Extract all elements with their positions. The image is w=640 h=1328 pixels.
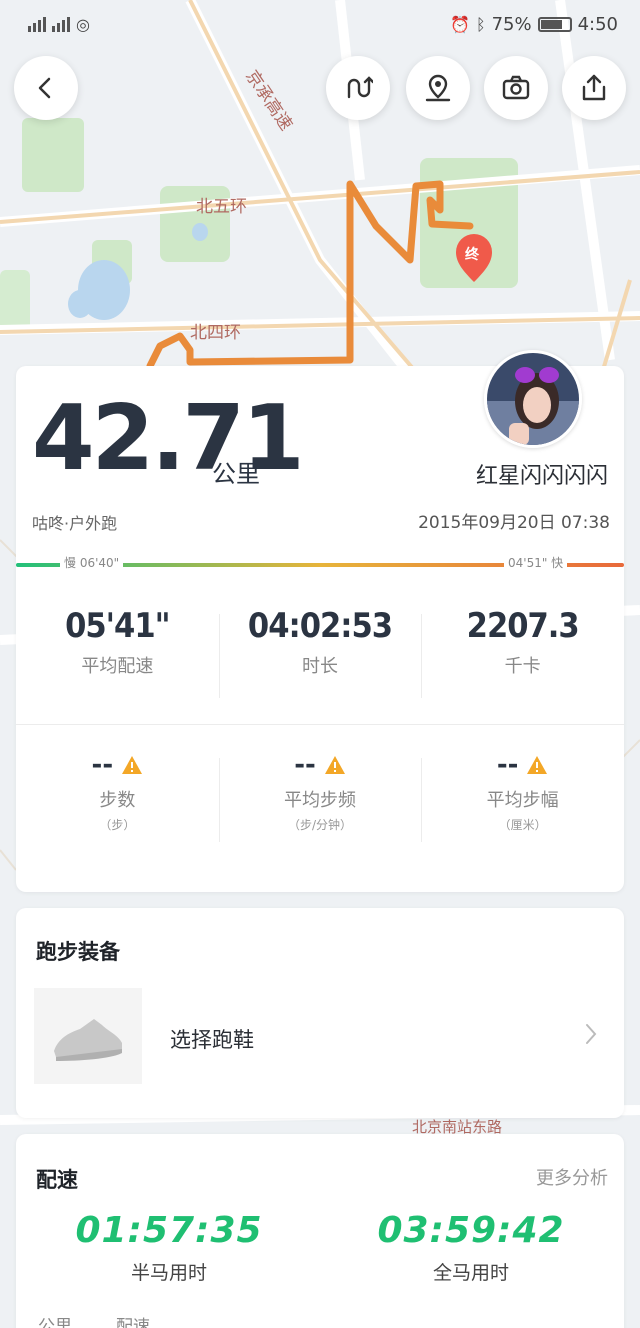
stat-cadence[interactable]: -- 平均步频 （步/分钟） — [218, 750, 422, 842]
more-analysis-link[interactable]: 更多分析 — [536, 1164, 608, 1190]
battery-icon — [537, 16, 572, 32]
warning-icon — [527, 756, 548, 774]
run-summary-card: 42.71 公里 红星闪闪闪闪 咕咚·户外跑 2015年09月20日 07:38… — [16, 350, 624, 892]
clock-time: 4:50 — [577, 13, 618, 35]
select-shoe-label[interactable]: 选择跑鞋 — [170, 1024, 254, 1054]
back-arrow-icon — [38, 77, 51, 99]
stat-duration: 04:02:53 时长 — [218, 606, 422, 698]
full-marathon-time: 03:59:42 — [377, 1210, 565, 1251]
secondary-stats-row: -- 步数 （步） -- 平均步频 （步/分钟） -- 平均步幅 （厘米） — [16, 750, 624, 842]
stat-calories: 2207.3 千卡 — [421, 606, 624, 698]
share-button[interactable] — [562, 56, 626, 120]
signal-icon — [28, 16, 46, 32]
route-icon — [347, 76, 373, 99]
run-type: 咕咚·户外跑 — [32, 514, 118, 533]
pace-slow-label: 慢 06'40" — [60, 554, 124, 571]
map-label-ring5: 北五环 — [196, 197, 247, 217]
lake — [192, 223, 208, 241]
stat-value: 05'41" — [65, 606, 170, 646]
username: 红星闪闪闪闪 — [475, 464, 608, 489]
full-marathon-label: 全马用时 — [432, 1262, 509, 1284]
bluetooth-icon: ᛒ — [475, 14, 486, 34]
map-label-ring4: 北四环 — [190, 323, 241, 343]
stat-unit: （步） — [99, 818, 136, 832]
stat-value: 2207.3 — [466, 606, 580, 646]
stat-unit: （步/分钟） — [287, 818, 353, 832]
pace-card: 配速 更多分析 01:57:35 半马用时 03:59:42 全马用时 公里 配… — [16, 1134, 624, 1328]
distance-value: 42.71 — [32, 386, 305, 491]
gear-title: 跑步装备 — [36, 940, 120, 964]
stat-value: 04:02:53 — [247, 606, 393, 646]
pace-fast-label: 04'51" 快 — [504, 554, 568, 571]
stat-average-pace: 05'41" 平均配速 — [16, 606, 219, 678]
stat-unit: （厘米） — [498, 818, 547, 832]
half-marathon-time: 01:57:35 — [75, 1210, 263, 1251]
signal-icon — [52, 16, 70, 32]
stat-steps[interactable]: -- 步数 （步） — [16, 750, 219, 833]
route-replay-button[interactable] — [326, 56, 390, 120]
running-gear-card: 跑步装备 选择跑鞋 — [16, 908, 624, 1118]
alarm-icon: ⏰ — [450, 14, 470, 34]
lake — [68, 290, 92, 318]
primary-stats-row: 05'41" 平均配速 04:02:53 时长 2207.3 千卡 — [16, 606, 624, 698]
pace-title: 配速 — [36, 1168, 78, 1192]
avatar[interactable] — [484, 350, 582, 448]
stat-label: 平均步幅 — [486, 790, 559, 811]
location-button[interactable] — [406, 56, 470, 120]
stat-label: 平均步频 — [284, 790, 356, 811]
camera-button[interactable] — [484, 56, 548, 120]
hotspot-icon: ◎ — [76, 14, 90, 34]
distance-unit: 公里 — [212, 460, 260, 488]
camera-icon — [502, 75, 530, 100]
stat-label: 时长 — [302, 656, 338, 677]
battery-percent: 75% — [491, 13, 532, 35]
warning-icon — [122, 756, 143, 774]
run-date: 2015年09月20日 07:38 — [418, 513, 610, 533]
stat-value: -- — [294, 750, 316, 780]
stat-stride[interactable]: -- 平均步幅 （厘米） — [421, 750, 624, 842]
back-button[interactable] — [14, 56, 78, 120]
end-marker-label: 终 — [465, 247, 479, 263]
status-bar: ◎ ⏰ ᛒ 75% 4:50 — [0, 0, 640, 48]
warning-icon — [324, 756, 345, 774]
half-marathon-label: 半马用时 — [130, 1262, 207, 1284]
park-area — [22, 118, 84, 192]
park-area — [0, 270, 30, 330]
map-pin-icon — [425, 74, 451, 102]
km-column-header: 公里 — [38, 1317, 72, 1328]
shoe-icon — [54, 1019, 122, 1061]
stat-label: 千卡 — [504, 656, 541, 677]
stat-value: -- — [496, 750, 519, 780]
divider — [16, 724, 624, 725]
stat-value: -- — [91, 750, 114, 780]
pace-column-header: 配速 — [116, 1317, 150, 1328]
stat-label: 平均配速 — [81, 656, 154, 677]
stat-label: 步数 — [99, 790, 136, 811]
avatar-image — [487, 353, 579, 445]
shoe-thumbnail[interactable] — [34, 988, 142, 1084]
chevron-right-icon[interactable] — [584, 1022, 598, 1046]
share-icon — [582, 74, 606, 101]
